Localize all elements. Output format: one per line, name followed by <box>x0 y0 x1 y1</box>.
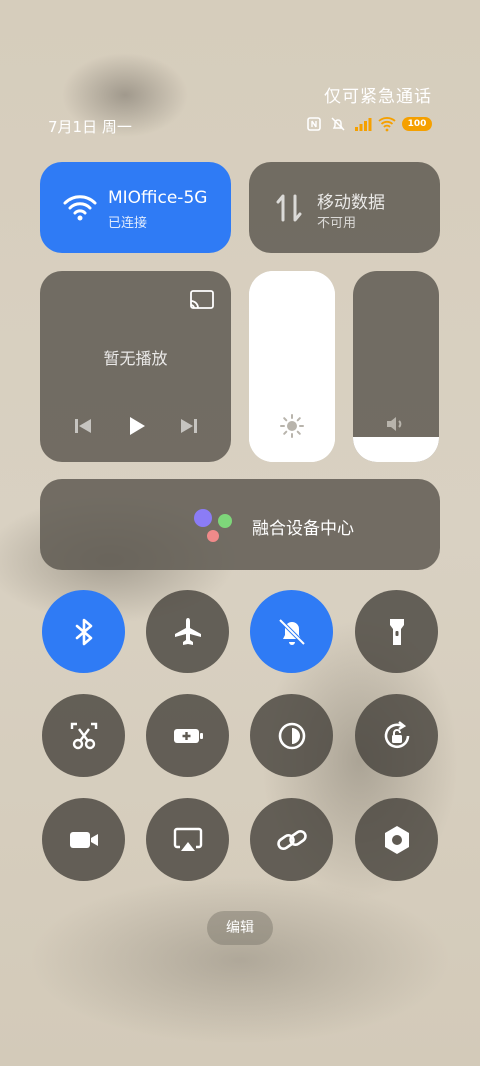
carrier-text: 仅可紧急通话 <box>324 87 432 107</box>
link-toggle[interactable] <box>250 798 333 881</box>
video-icon <box>69 831 98 848</box>
edit-button[interactable]: 编辑 <box>207 911 273 945</box>
prev-icon[interactable] <box>71 414 95 438</box>
battery-icon: 100 <box>402 117 432 131</box>
flashlight-toggle[interactable] <box>355 590 438 673</box>
airplane-icon <box>174 617 201 645</box>
battery-saver-toggle[interactable] <box>146 694 229 777</box>
wifi-status: 已连接 <box>108 216 148 231</box>
play-icon[interactable] <box>124 414 148 438</box>
link-icon <box>276 829 307 850</box>
device-hub-tile[interactable]: 融合设备中心 <box>40 479 440 570</box>
mobile-data-icon <box>271 190 307 226</box>
bell-off-icon <box>278 618 305 645</box>
bluetooth-icon <box>75 618 92 645</box>
volume-slider[interactable] <box>353 271 439 462</box>
settings-toggle[interactable] <box>355 798 438 881</box>
cast-icon[interactable] <box>189 289 215 311</box>
rotation-lock-toggle[interactable] <box>355 694 438 777</box>
dark-mode-toggle[interactable] <box>250 694 333 777</box>
wifi-tile[interactable]: MIOffice-5G 已连接 <box>40 162 231 253</box>
media-status: 暂无播放 <box>103 349 168 368</box>
mobile-data-title: 移动数据 <box>317 193 385 213</box>
device-hub-icon <box>192 509 236 545</box>
date-label: 7月1日 周一 <box>48 118 132 136</box>
wifi-status-icon <box>378 116 396 132</box>
brightness-slider[interactable] <box>249 271 335 462</box>
mobile-data-status: 不可用 <box>317 216 357 231</box>
nfc-icon <box>306 116 324 132</box>
airplane-mode-toggle[interactable] <box>146 590 229 673</box>
speaker-icon <box>384 412 408 436</box>
hexagon-gear-icon <box>384 825 409 854</box>
media-controls <box>40 414 231 438</box>
alarm-off-icon <box>330 116 348 132</box>
airplay-icon <box>173 827 202 851</box>
screen-cast-toggle[interactable] <box>146 798 229 881</box>
screen-record-toggle[interactable] <box>42 798 125 881</box>
status-icons: 100 <box>306 116 432 132</box>
wifi-icon <box>62 190 98 226</box>
signal-icon <box>354 116 372 132</box>
mute-toggle[interactable] <box>250 590 333 673</box>
sun-icon <box>280 414 304 438</box>
device-hub-label: 融合设备中心 <box>252 519 354 539</box>
screenshot-toggle[interactable] <box>42 694 125 777</box>
media-card[interactable]: 暂无播放 <box>40 271 231 462</box>
wifi-network-name: MIOffice-5G <box>108 188 208 208</box>
scissors-icon <box>70 722 97 749</box>
flashlight-icon <box>389 618 404 645</box>
next-icon[interactable] <box>177 414 201 438</box>
volume-fill <box>353 437 439 462</box>
bluetooth-toggle[interactable] <box>42 590 125 673</box>
contrast-icon <box>278 722 305 749</box>
mobile-data-tile[interactable]: 移动数据 不可用 <box>249 162 440 253</box>
rotate-lock-icon <box>384 720 409 748</box>
battery-plus-icon <box>173 728 203 743</box>
